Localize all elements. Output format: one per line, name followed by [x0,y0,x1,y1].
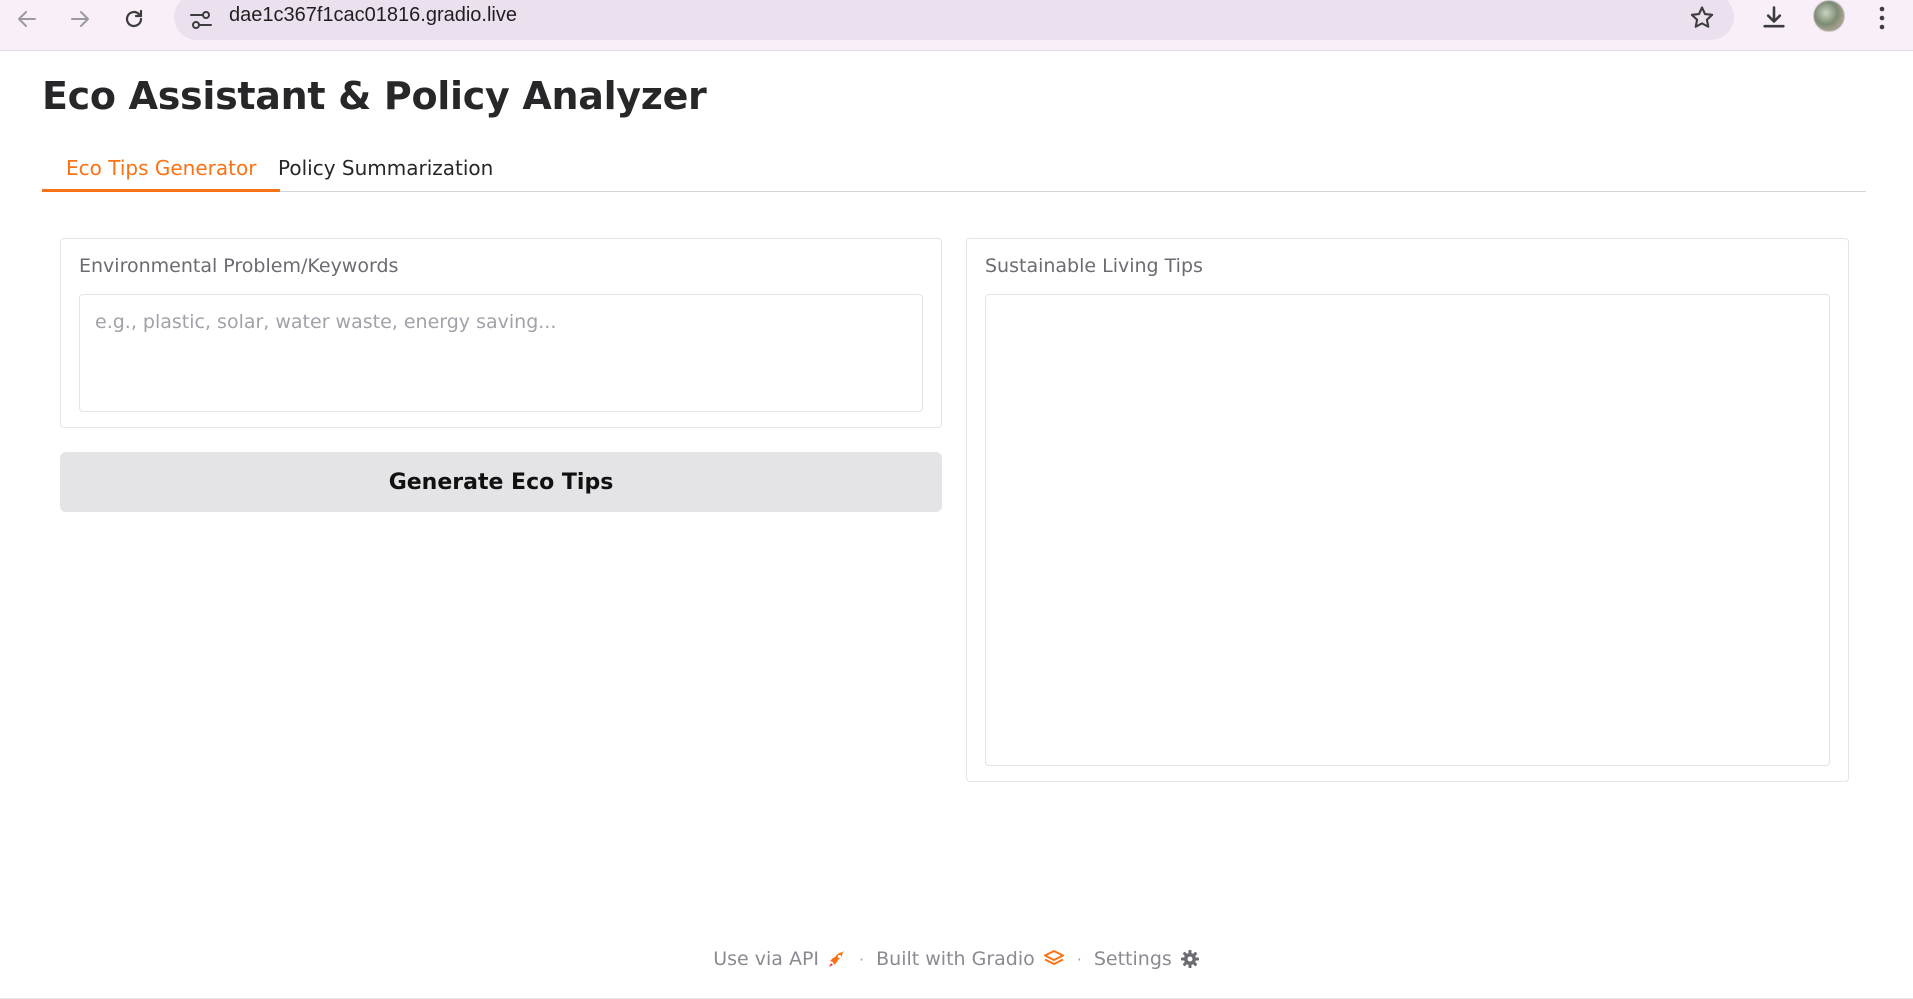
back-icon[interactable] [10,2,44,36]
tab-bar: Eco Tips Generator Policy Summarization [42,150,1866,192]
tab-eco-tips-generator[interactable]: Eco Tips Generator [42,150,281,192]
menu-icon[interactable] [1864,0,1900,36]
generate-eco-tips-button[interactable]: Generate Eco Tips [60,452,942,512]
browser-toolbar: dae1c367f1cac01816.gradio.live [0,0,1913,51]
tab-policy-summarization[interactable]: Policy Summarization [254,150,517,190]
footer-separator: · [859,949,865,969]
sustainable-tips-output[interactable] [985,294,1830,766]
built-with-gradio-label: Built with Gradio [876,948,1035,970]
forward-icon[interactable] [63,2,97,36]
output-label: Sustainable Living Tips [985,255,1203,277]
rocket-icon [829,951,845,967]
site-info-icon[interactable] [188,7,214,33]
environmental-problem-input[interactable] [79,294,923,412]
page-title: Eco Assistant & Policy Analyzer [42,74,707,118]
address-bar[interactable]: dae1c367f1cac01816.gradio.live [174,0,1734,40]
profile-avatar[interactable] [1813,0,1845,32]
footer-separator: · [1076,949,1082,969]
built-with-gradio-link[interactable]: Built with Gradio [876,948,1065,970]
download-icon[interactable] [1756,0,1792,36]
settings-link[interactable]: Settings [1094,948,1200,970]
use-via-api-link[interactable]: Use via API [713,948,847,970]
url-text[interactable]: dae1c367f1cac01816.gradio.live [229,4,517,27]
bookmark-star-icon[interactable] [1688,4,1716,32]
input-panel: Environmental Problem/Keywords [60,238,942,428]
output-panel: Sustainable Living Tips [966,238,1849,782]
gear-icon [1180,950,1199,968]
reload-icon[interactable] [117,2,151,36]
gradio-logo-icon [1043,950,1064,965]
input-label: Environmental Problem/Keywords [79,255,399,277]
settings-label: Settings [1093,948,1172,970]
use-via-api-label: Use via API [713,948,820,970]
footer: Use via API · Built with Gradio · Settin… [0,944,1913,974]
